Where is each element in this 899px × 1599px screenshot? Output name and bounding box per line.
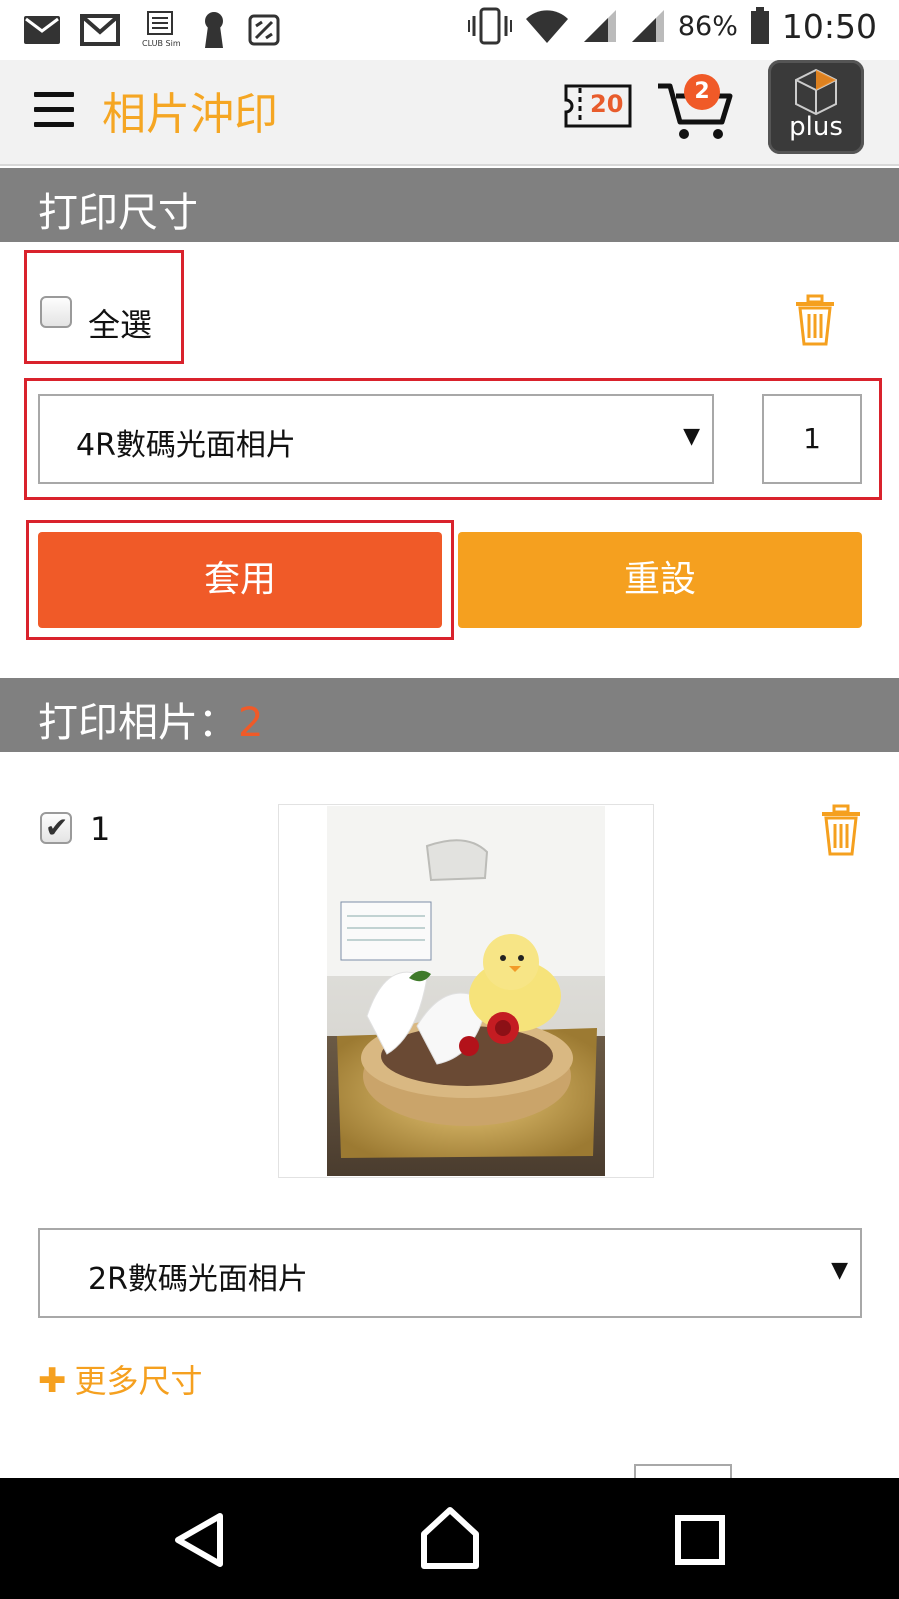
quantity-input[interactable]: 1 [762, 394, 862, 484]
print-photos-title-wrap: 打印相片：2 [38, 690, 263, 748]
recents-icon[interactable] [660, 1500, 740, 1580]
page-title: 相片沖印 [102, 89, 278, 140]
mail-icon [24, 16, 60, 44]
print-photos-title: 打印相片： [38, 700, 238, 746]
print-photos-header: 打印相片：2 [0, 678, 899, 752]
more-sizes-link[interactable]: ✚ 更多尺寸 [38, 1356, 203, 1402]
photo-count: 2 [238, 700, 264, 746]
dropdown-arrow-icon: ▼ [683, 424, 700, 449]
select-all-label: 全選 [88, 306, 153, 344]
hamburger-menu-icon[interactable] [34, 90, 76, 132]
dropdown-arrow-icon: ▼ [831, 1258, 848, 1283]
delete-all-trash-icon[interactable] [794, 294, 836, 350]
svg-text:CLUB Sim: CLUB Sim [142, 39, 180, 48]
home-icon[interactable] [410, 1500, 490, 1580]
coupon-count: 20 [590, 90, 624, 118]
clubsim-icon: CLUB Sim [140, 10, 180, 50]
photo-thumbnail-frame[interactable] [278, 804, 654, 1178]
reset-button[interactable]: 重設 [458, 532, 862, 628]
gmail-icon [80, 14, 120, 46]
status-bar: CLUB Sim 86% 10:50 [0, 0, 899, 60]
select-all-checkbox[interactable] [40, 296, 72, 328]
battery-icon [750, 7, 770, 45]
keyhole-icon [200, 10, 228, 50]
cake-photo [327, 806, 605, 1176]
battery-percent: 86% [677, 10, 738, 42]
app-bar: 相片沖印 20 2 plus [0, 60, 899, 166]
size-select-value: 4R數碼光面相片 [76, 428, 296, 463]
apply-button[interactable]: 套用 [38, 532, 442, 628]
plus-icon: ✚ [38, 1361, 67, 1401]
photo-index: 1 [90, 810, 111, 848]
back-icon[interactable] [160, 1500, 240, 1580]
no-sim-icon [248, 14, 280, 46]
plus-button[interactable]: plus [768, 60, 864, 154]
signal-icon [630, 8, 666, 44]
photo-size-select[interactable]: 2R數碼光面相片 ▼ [38, 1228, 862, 1318]
delete-photo-trash-icon[interactable] [820, 804, 862, 860]
print-size-header: 打印尺寸 [0, 168, 899, 242]
plus-label: plus [789, 112, 843, 142]
coupon-button[interactable]: 20 [562, 82, 634, 130]
wifi-icon [524, 7, 570, 45]
print-size-title: 打印尺寸 [38, 190, 198, 236]
next-quantity-input-partial [634, 1464, 732, 1478]
more-sizes-label: 更多尺寸 [74, 1362, 203, 1400]
size-select[interactable]: 4R數碼光面相片 ▼ [38, 394, 714, 484]
photo-size-select-value: 2R數碼光面相片 [88, 1262, 308, 1297]
vibrate-icon [467, 6, 512, 46]
signal-icon [582, 8, 618, 44]
system-nav-bar [0, 1478, 899, 1599]
cart-count-badge: 2 [684, 74, 720, 110]
screen: CLUB Sim 86% 10:50 相片沖印 20 2 plus 打印尺寸 全… [0, 0, 899, 1599]
clock: 10:50 [781, 6, 877, 46]
photo-checkbox[interactable] [40, 811, 72, 844]
